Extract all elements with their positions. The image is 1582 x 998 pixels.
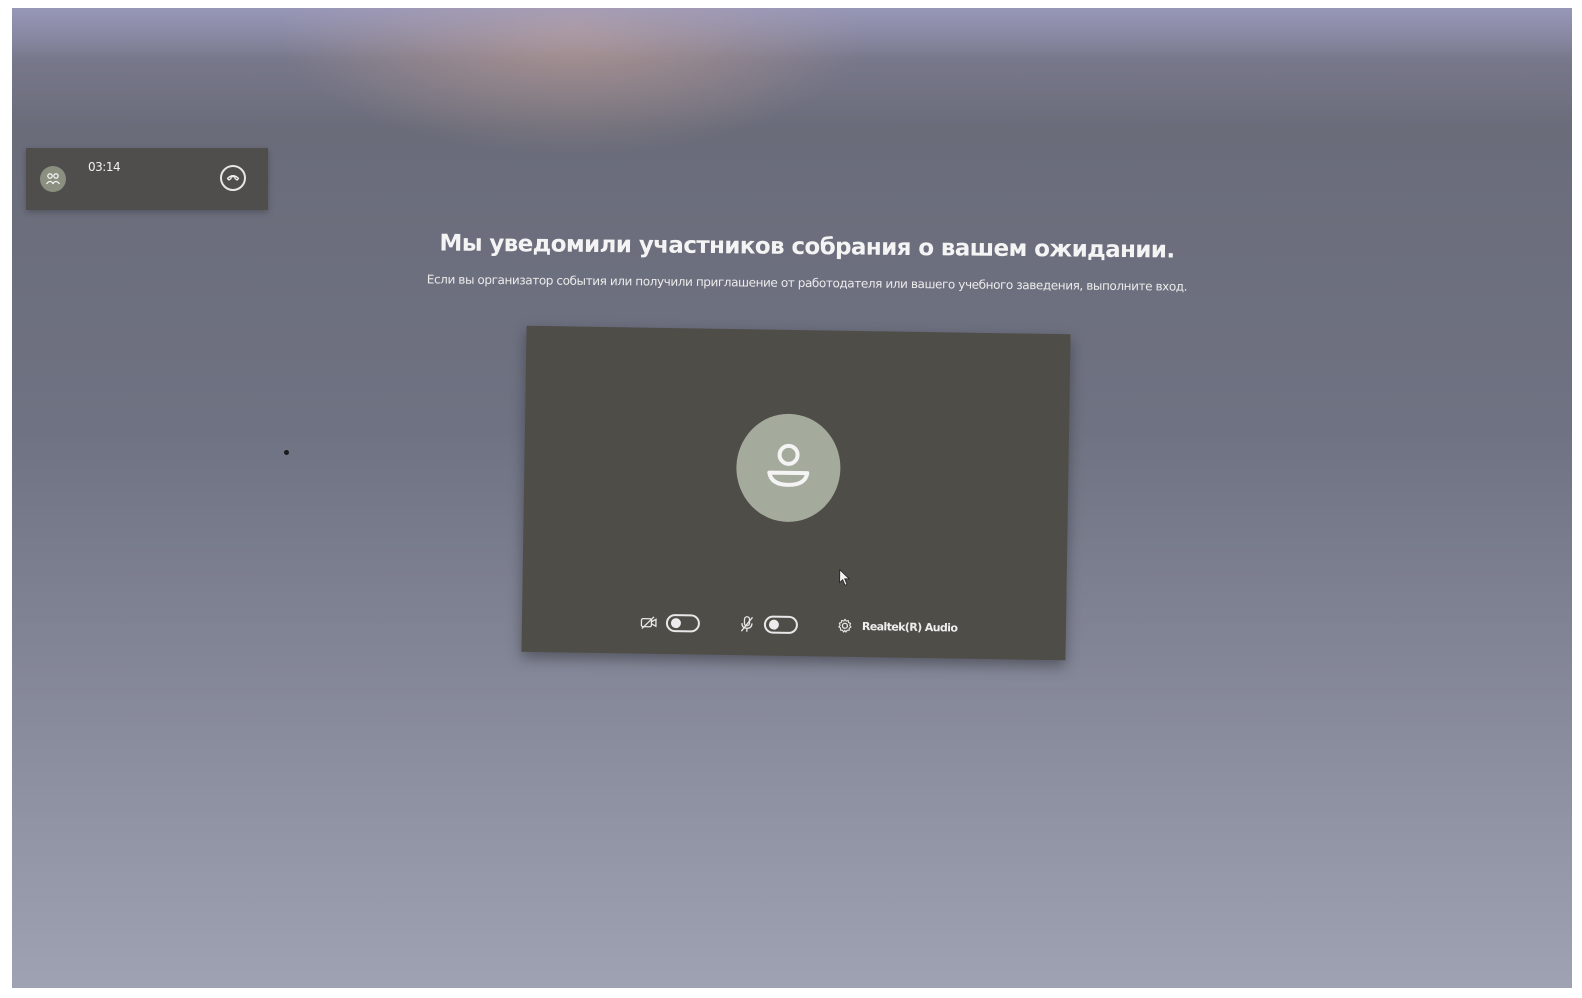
avatar	[735, 413, 842, 523]
audio-device-selector[interactable]: Realtek(R) Audio	[862, 620, 958, 634]
hang-up-button[interactable]	[220, 165, 246, 191]
camera-toggle[interactable]	[665, 613, 701, 633]
top-glare	[12, 8, 1572, 58]
mic-toggle[interactable]	[763, 615, 799, 635]
lobby-subtitle: Если вы организатор события или получили…	[426, 272, 1188, 294]
person-icon	[761, 440, 816, 496]
people-icon	[40, 166, 66, 192]
call-status-bar: 03:14	[26, 148, 268, 210]
camera-off-icon	[640, 614, 658, 632]
mic-off-icon	[738, 615, 756, 633]
gear-icon[interactable]	[836, 617, 854, 635]
device-controls: Realtek(R) Audio	[640, 610, 958, 641]
mouse-cursor	[839, 568, 851, 587]
hang-up-icon	[226, 169, 240, 187]
speck	[284, 450, 289, 455]
video-preview-panel: Realtek(R) Audio	[521, 325, 1071, 661]
call-timer: 03:14	[88, 160, 121, 174]
lobby-title: Мы уведомили участников собрания о вашем…	[439, 230, 1175, 264]
screen: 03:14 Мы уведомили участников собрания о…	[12, 8, 1572, 988]
